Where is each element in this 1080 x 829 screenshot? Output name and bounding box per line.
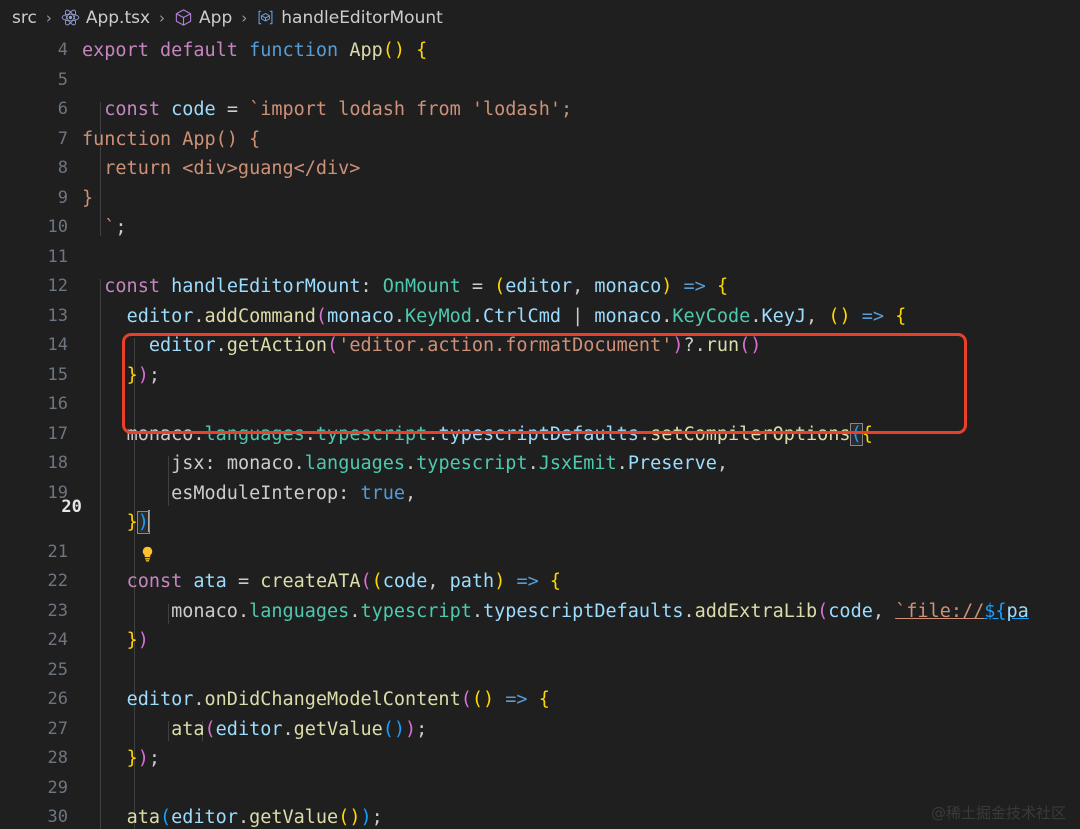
line-content: ata(editor.getValue());: [171, 718, 428, 740]
line-content: monaco.languages.typescript.typescriptDe…: [171, 600, 1029, 622]
code-line[interactable]: 30 ata(editor.getValue());: [0, 803, 1080, 829]
line-number: 12: [47, 276, 68, 296]
code-line[interactable]: 22 const ata = createATA((code, path) =>…: [0, 567, 1080, 597]
line-content: monaco.languages.typescript.typescriptDe…: [126, 422, 873, 446]
line-number: 27: [47, 718, 68, 739]
code-line[interactable]: 19 esModuleInterop: true,: [0, 479, 1080, 509]
line-number: 15: [47, 364, 68, 385]
line-number: 16: [47, 394, 68, 414]
code-line[interactable]: 9 }: [0, 184, 1080, 214]
file-url-link[interactable]: `file://: [895, 601, 984, 622]
line-number: 29: [47, 777, 68, 798]
code-line[interactable]: 14 editor.getAction('editor.action.forma…: [0, 331, 1080, 361]
line-number: 4: [57, 40, 68, 60]
code-line[interactable]: 7 function App() {: [0, 125, 1080, 155]
code-line[interactable]: 4 export default function App() {: [0, 36, 1080, 66]
react-icon: [61, 8, 80, 27]
code-line[interactable]: 25: [0, 656, 1080, 686]
code-line[interactable]: 8 return <div>guang</div>: [0, 154, 1080, 184]
line-number: 22: [47, 571, 68, 591]
line-number: 10: [47, 217, 68, 237]
line-content: const handleEditorMount: OnMount = (edit…: [104, 276, 729, 297]
line-content: `;: [104, 217, 127, 238]
breadcrumb-label-app-symbol: App: [199, 7, 233, 28]
code-line[interactable]: 24 }): [0, 626, 1080, 656]
line-number: 8: [57, 158, 68, 178]
line-content: });: [126, 364, 160, 386]
line-number: 11: [47, 246, 68, 267]
code-line[interactable]: 21: [0, 538, 1080, 568]
breadcrumb-item-src[interactable]: src: [10, 8, 39, 28]
line-content: return <div>guang</div>: [82, 158, 361, 179]
line-number: 14: [47, 335, 68, 355]
breadcrumb-item-app-symbol[interactable]: App: [172, 8, 234, 28]
code-editor[interactable]: 4 export default function App() { 5 6 co…: [0, 36, 1080, 829]
line-number: 24: [47, 630, 68, 650]
line-content: }: [82, 187, 94, 209]
breadcrumb-separator: ›: [45, 8, 52, 27]
breadcrumb-item-handle-editor-mount[interactable]: handleEditorMount: [254, 8, 445, 28]
code-line[interactable]: 5: [0, 66, 1080, 96]
method-symbol-icon: [256, 8, 275, 27]
line-content: const code = `import lodash from 'lodash…: [104, 99, 573, 120]
line-content: export default function App() {: [82, 40, 428, 61]
line-number: 28: [47, 748, 68, 768]
text-cursor: [147, 510, 150, 532]
line-content: });: [126, 748, 160, 769]
code-line[interactable]: 17 monaco.languages.typescript.typescrip…: [0, 420, 1080, 450]
code-line[interactable]: 10 `;: [0, 213, 1080, 243]
line-number: 13: [47, 305, 68, 326]
line-number: 25: [47, 659, 68, 680]
line-content: }): [126, 510, 150, 534]
line-number: 7: [57, 128, 68, 149]
code-line[interactable]: 29: [0, 774, 1080, 804]
line-number: 21: [47, 541, 68, 562]
code-line[interactable]: 27 ata(editor.getValue());: [0, 715, 1080, 745]
code-line[interactable]: 28 });: [0, 744, 1080, 774]
code-line[interactable]: 18 jsx: monaco.languages.typescript.JsxE…: [0, 449, 1080, 479]
code-line[interactable]: 13 editor.addCommand(monaco.KeyMod.CtrlC…: [0, 302, 1080, 332]
code-line[interactable]: 6 const code = `import lodash from 'loda…: [0, 95, 1080, 125]
line-number: 17: [47, 423, 68, 444]
line-number: 5: [57, 69, 68, 90]
line-number: 26: [47, 689, 68, 709]
line-content: const ata = createATA((code, path) => {: [126, 571, 562, 592]
line-content: editor.onDidChangeModelContent(() => {: [126, 689, 550, 710]
breadcrumb-separator: ›: [241, 8, 248, 27]
breadcrumb-label-app-tsx: App.tsx: [85, 7, 151, 28]
code-line[interactable]: 23 monaco.languages.typescript.typescrip…: [0, 597, 1080, 627]
line-content: editor.addCommand(monaco.KeyMod.CtrlCmd …: [126, 305, 907, 327]
code-line[interactable]: 16: [0, 390, 1080, 420]
watermark: @稀土掘金技术社区: [930, 804, 1066, 822]
breadcrumb: src › App.tsx › App › handleEditorMount: [0, 0, 1080, 36]
cube-symbol-icon: [174, 8, 193, 27]
line-content: jsx: monaco.languages.typescript.JsxEmit…: [171, 453, 729, 474]
bracket-match-open: (: [849, 422, 863, 446]
breadcrumb-item-app-tsx[interactable]: App.tsx: [59, 8, 152, 28]
line-number: 6: [57, 99, 68, 119]
breadcrumb-separator: ›: [159, 8, 166, 27]
line-number: 30: [47, 807, 68, 827]
code-line[interactable]: 26 editor.onDidChangeModelContent(() => …: [0, 685, 1080, 715]
breadcrumb-label-src: src: [12, 7, 37, 28]
line-content: esModuleInterop: true,: [171, 482, 417, 504]
line-content: function App() {: [82, 128, 261, 150]
code-line[interactable]: 15 });: [0, 361, 1080, 391]
code-line[interactable]: 12 const handleEditorMount: OnMount = (e…: [0, 272, 1080, 302]
code-line[interactable]: 11: [0, 243, 1080, 273]
line-content: editor.getAction('editor.action.formatDo…: [148, 335, 762, 356]
line-number: 23: [47, 600, 68, 621]
line-content: }): [126, 630, 149, 651]
line-number: 9: [57, 187, 68, 208]
code-line-active[interactable]: 20 }): [0, 497, 1080, 562]
lightbulb-icon[interactable]: [58, 514, 153, 562]
breadcrumb-label-handle-editor-mount: handleEditorMount: [281, 7, 443, 28]
